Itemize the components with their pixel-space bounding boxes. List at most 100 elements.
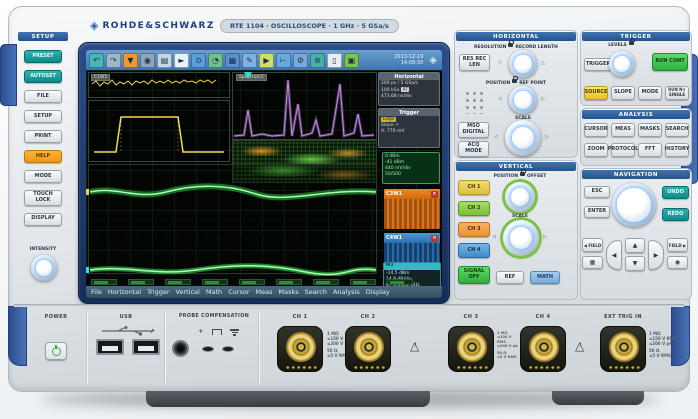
trigger-panel-title: Trigger xyxy=(379,109,439,116)
menu-item[interactable]: Search xyxy=(305,288,327,296)
trigger-header: TRIGGER xyxy=(582,32,690,41)
record-length-knob[interactable] xyxy=(509,50,537,78)
nav-left-arrow-button[interactable]: ◀ xyxy=(606,240,622,270)
menu-item[interactable]: Masks xyxy=(278,288,298,296)
play-icon[interactable]: ▶ xyxy=(259,53,274,68)
menu-item[interactable]: Cursor xyxy=(228,288,249,296)
analysis-button[interactable]: SEARCH xyxy=(665,123,689,137)
signal-tab[interactable] xyxy=(313,279,339,285)
menu-item[interactable]: Trigger xyxy=(147,288,169,296)
signal-tab[interactable] xyxy=(276,279,302,285)
annotate-icon[interactable]: ✎ xyxy=(242,53,257,68)
trigger-mode-button[interactable]: MODE xyxy=(638,86,662,100)
signal-tab[interactable] xyxy=(128,279,154,285)
setup-button[interactable]: AUTOSET xyxy=(24,70,62,83)
channel-button[interactable]: CH 2 xyxy=(458,201,490,216)
ref-button[interactable]: REF xyxy=(496,271,524,284)
signal-tab[interactable] xyxy=(202,279,228,285)
layout-grid-icon[interactable]: ▦ xyxy=(225,53,240,68)
menu-item[interactable]: Horizontal xyxy=(108,288,141,296)
close-icon[interactable]: × xyxy=(431,191,438,198)
trash-icon[interactable]: ▯ xyxy=(327,53,342,68)
field-right-button[interactable]: FIELD ▶ xyxy=(667,238,688,252)
math-button[interactable]: MATH xyxy=(530,271,560,284)
channel-button[interactable]: CH 1 xyxy=(458,180,490,195)
screenshot-icon[interactable]: ◉ xyxy=(140,53,155,68)
run-single-button[interactable]: RUN N× SINGLE xyxy=(665,86,689,100)
analysis-button[interactable]: CURSOR xyxy=(584,123,608,137)
mso-digital-button[interactable]: MSO DIGITAL xyxy=(458,122,489,138)
nav-up-arrow-button[interactable]: ▲ xyxy=(625,238,645,253)
ch3-bnc-connector xyxy=(448,326,494,372)
screenshot-button[interactable]: ◉ xyxy=(667,256,688,269)
menu-item[interactable]: Display xyxy=(366,288,390,296)
undo-icon[interactable]: ↶ xyxy=(89,53,104,68)
horizontal-scale-knob[interactable] xyxy=(505,120,541,156)
signal-tab[interactable] xyxy=(165,279,191,285)
setup-button[interactable]: TOUCH LOCK xyxy=(24,190,62,206)
signal-off-button[interactable]: SIGNAL OFF xyxy=(458,266,490,284)
nav-down-arrow-button[interactable]: ▼ xyxy=(625,256,645,271)
navigation-knob[interactable] xyxy=(612,183,656,227)
trigger-source-button[interactable]: SOURCE xyxy=(584,86,608,100)
analysis-button[interactable]: MEAS xyxy=(611,123,635,137)
analysis-button[interactable]: PROTOCOL xyxy=(611,143,635,157)
redo-button[interactable]: REDO xyxy=(662,208,689,221)
menu-item[interactable]: Math xyxy=(206,288,222,296)
res-rec-len-button[interactable]: RES REC LEN xyxy=(459,54,490,71)
web-globe-icon[interactable]: ⊛ xyxy=(310,53,325,68)
setup-button[interactable]: SETUP xyxy=(24,110,62,123)
signal-badge-ch3[interactable]: C3W1 × xyxy=(383,188,441,230)
clipboard-icon[interactable]: ▤ xyxy=(157,53,172,68)
horizontal-info-panel[interactable]: Horizontal 200 ps / 5 GSa/s 100 kSaRT 47… xyxy=(378,72,440,106)
analysis-button[interactable]: FFT xyxy=(638,143,662,157)
menu-item[interactable]: Vertical xyxy=(176,288,200,296)
analysis-button[interactable]: HISTORY xyxy=(665,143,689,157)
channel-button[interactable]: CH 4 xyxy=(458,243,490,258)
history-clock-icon[interactable]: ◔ xyxy=(208,53,223,68)
channel-button[interactable]: CH 3 xyxy=(458,222,490,237)
trigger-slope-button[interactable]: SLOPE xyxy=(611,86,635,100)
pointer-icon[interactable]: ► xyxy=(174,53,189,68)
menu-item[interactable]: Analysis xyxy=(333,288,360,296)
vertical-scale-knob[interactable] xyxy=(503,220,539,256)
horizontal-position-knob[interactable] xyxy=(509,86,537,114)
input-rating-text: 1 MΩ≤150 V RMS≤200 V pk50 Ω≤5 V RMS xyxy=(497,331,521,360)
knob-arrow: ◁ xyxy=(498,96,502,102)
power-button[interactable] xyxy=(45,342,67,360)
setup-button[interactable]: FILE xyxy=(24,90,62,103)
field-left-button[interactable]: ◀ FIELD xyxy=(582,238,603,252)
onscreen-keyboard-button[interactable]: ▦ xyxy=(582,256,603,269)
signal-tab[interactable] xyxy=(239,279,265,285)
redo-icon[interactable]: ↷ xyxy=(106,53,121,68)
save-icon[interactable]: ▼ xyxy=(123,53,138,68)
setup-button[interactable]: PRESET xyxy=(24,50,62,63)
vertical-position-knob[interactable] xyxy=(505,182,535,212)
trigger-button[interactable]: TRIGGER xyxy=(584,58,612,71)
panel-divider xyxy=(14,304,684,307)
setup-button[interactable]: PRINT xyxy=(24,130,62,143)
signal-tab[interactable] xyxy=(91,279,117,285)
intensity-knob[interactable] xyxy=(31,255,57,281)
apps-icon[interactable]: ▣ xyxy=(344,53,359,68)
close-icon[interactable]: × xyxy=(431,235,438,242)
signal-tab[interactable] xyxy=(350,279,376,285)
esc-button[interactable]: ESC xyxy=(584,186,610,198)
measure-icon[interactable]: ⊢ xyxy=(276,53,291,68)
search-icon[interactable]: ⊙ xyxy=(191,53,206,68)
enter-button[interactable]: ENTER xyxy=(584,206,610,218)
signal-tab[interactable] xyxy=(387,279,413,285)
trigger-level-knob[interactable] xyxy=(609,51,635,77)
setup-button[interactable]: DISPLAY xyxy=(24,213,62,226)
analysis-button[interactable]: MASKS xyxy=(638,123,662,137)
undo-button[interactable]: UNDO xyxy=(662,186,689,199)
trigger-info-panel[interactable]: Trigger Edge Slope ↗ A: 770 mV xyxy=(378,108,440,148)
setup-button[interactable]: HELP xyxy=(24,150,62,163)
menu-item[interactable]: File xyxy=(91,288,102,296)
analysis-button[interactable]: ZOOM xyxy=(584,143,608,157)
acquisition-mode-button[interactable]: ACQ MODE xyxy=(458,141,489,157)
setup-button[interactable]: MODE xyxy=(24,170,62,183)
menu-item[interactable]: Meas xyxy=(256,288,273,296)
run-cont-button[interactable]: RUN CONT xyxy=(652,53,688,71)
settings-gear-icon[interactable]: ⚙ xyxy=(293,53,308,68)
